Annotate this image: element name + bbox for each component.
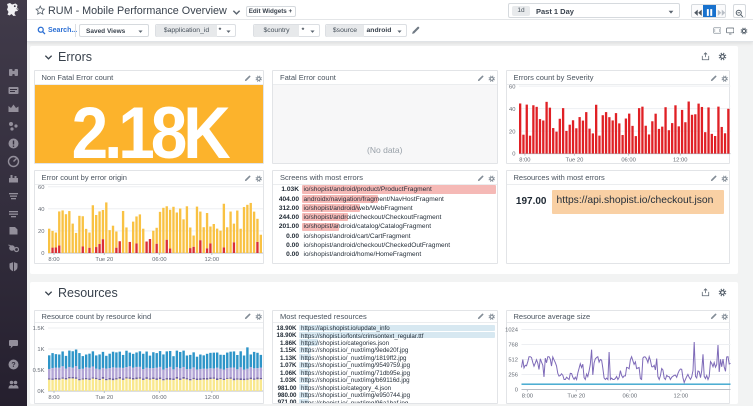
svg-text:8:00: 8:00 [48,394,59,400]
svg-text:256: 256 [508,372,518,378]
svg-text:8:00: 8:00 [48,257,59,263]
svg-text:20: 20 [38,229,44,235]
svg-text:0: 0 [514,387,517,393]
svg-text:0: 0 [41,251,44,257]
svg-text:8:00: 8:00 [519,157,530,163]
svg-text:60: 60 [509,84,515,90]
svg-text:06:00: 06:00 [152,394,167,400]
svg-text:40: 40 [38,207,44,213]
svg-text:20: 20 [509,129,515,135]
svg-text:06:00: 06:00 [621,157,636,163]
svg-text:12:00: 12:00 [204,257,219,263]
svg-text:0K: 0K [37,389,44,395]
svg-text:Tue 20: Tue 20 [565,157,583,163]
svg-text:40: 40 [509,107,515,113]
svg-text:?: ? [11,362,15,369]
svg-text:1K: 1K [37,347,44,353]
svg-text:06:00: 06:00 [152,257,167,263]
svg-text:12:00: 12:00 [672,157,687,163]
svg-text:12:00: 12:00 [673,393,688,399]
svg-text:Tue 20: Tue 20 [95,394,113,400]
svg-text:1024: 1024 [505,327,519,333]
svg-text:0: 0 [512,151,515,157]
svg-text:60: 60 [38,185,44,191]
svg-text:Tue 20: Tue 20 [567,393,585,399]
svg-text:Tue 20: Tue 20 [95,257,113,263]
svg-text:8:00: 8:00 [521,393,532,399]
svg-text:12:00: 12:00 [204,394,219,400]
svg-text:768: 768 [508,342,518,348]
svg-text:512: 512 [508,357,518,363]
svg-text:1.5K: 1.5K [32,326,44,332]
svg-text:06:00: 06:00 [622,393,637,399]
svg-text:0.5K: 0.5K [32,368,44,374]
